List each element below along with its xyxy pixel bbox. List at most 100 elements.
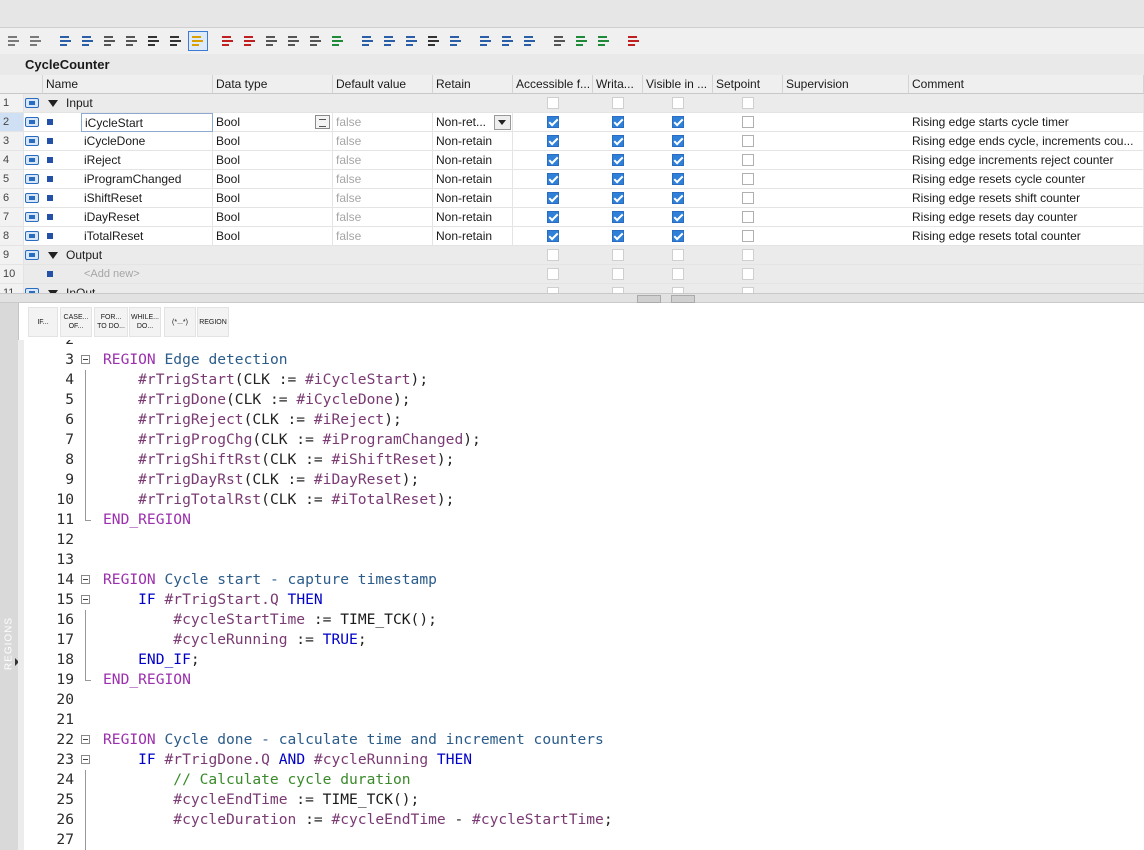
vis-checkbox[interactable]	[672, 230, 684, 242]
monitor-button[interactable]	[122, 31, 142, 51]
type-list-icon[interactable]	[315, 115, 330, 129]
code-text[interactable]: REGION Cycle start - capture timestamp	[103, 570, 437, 590]
code-line[interactable]: 21	[24, 710, 1144, 730]
regions-sidebar[interactable]: REGIONS	[0, 303, 19, 850]
code-line[interactable]: 6 #rTrigReject(CLK := #iReject);	[24, 410, 1144, 430]
code-text[interactable]: #cycleEndTime := TIME_TCK();	[103, 790, 419, 810]
network-button[interactable]	[284, 31, 304, 51]
fold-collapse-icon[interactable]	[81, 735, 90, 744]
code-text[interactable]: #rTrigDone(CLK := #iCycleDone);	[103, 390, 410, 410]
comment[interactable]: Rising edge ends cycle, increments cou..…	[909, 132, 1144, 151]
collapse-up-button[interactable]	[637, 295, 661, 303]
set-checkbox[interactable]	[742, 211, 754, 223]
vis-checkbox[interactable]	[672, 135, 684, 147]
variable-name[interactable]: iCycleStart	[81, 113, 213, 132]
variable-name[interactable]: iReject	[81, 151, 213, 170]
default-value[interactable]: false	[333, 227, 433, 246]
wri-checkbox[interactable]	[612, 97, 624, 109]
code-text[interactable]: REGION Cycle done - calculate time and i…	[103, 730, 604, 750]
code-text[interactable]: #rTrigDayRst(CLK := #iDayReset);	[103, 470, 419, 490]
acc-checkbox[interactable]	[547, 230, 559, 242]
indent-block-button[interactable]	[402, 31, 422, 51]
snippet-button[interactable]: WHILE... DO...	[129, 307, 161, 337]
variable-name[interactable]: iShiftReset	[81, 189, 213, 208]
fold-collapse-icon[interactable]	[81, 355, 90, 364]
default-value[interactable]: false	[333, 208, 433, 227]
code-line[interactable]: 27	[24, 830, 1144, 850]
code-line[interactable]: 18 END_IF;	[24, 650, 1144, 670]
code-text[interactable]: #rTrigReject(CLK := #iReject);	[103, 410, 402, 430]
retain-value[interactable]: Non-retain	[433, 151, 513, 170]
set-checkbox[interactable]	[742, 173, 754, 185]
code-text[interactable]: END_REGION	[103, 510, 191, 530]
default-value[interactable]: false	[333, 151, 433, 170]
variable-name[interactable]: iTotalReset	[81, 227, 213, 246]
code-line[interactable]: 13	[24, 550, 1144, 570]
data-type[interactable]: Bool	[213, 151, 333, 170]
code-text[interactable]: IF #rTrigStart.Q THEN	[103, 590, 323, 610]
code-line[interactable]: 10 #rTrigTotalRst(CLK := #iTotalReset);	[24, 490, 1144, 510]
table-row[interactable]: 10 <Add new>	[0, 265, 1144, 284]
row-number[interactable]: 1	[0, 94, 24, 113]
expand-triangle-icon[interactable]	[48, 252, 58, 259]
code-line[interactable]: 5 #rTrigDone(CLK := #iCycleDone);	[24, 390, 1144, 410]
code-line[interactable]: 3 REGION Edge detection	[24, 350, 1144, 370]
column-header[interactable]: Default value	[333, 75, 433, 94]
set-checkbox[interactable]	[742, 135, 754, 147]
monitor-off-button[interactable]	[594, 31, 614, 51]
data-type[interactable]: Bool	[213, 132, 333, 151]
code-line[interactable]: 22 REGION Cycle done - calculate time and…	[24, 730, 1144, 750]
code-text[interactable]: // Calculate cycle duration	[103, 770, 410, 790]
snippet-button[interactable]: FOR... TO DO...	[94, 307, 128, 337]
collapse-down-button[interactable]	[671, 295, 695, 303]
properties-button[interactable]	[100, 31, 120, 51]
vis-checkbox[interactable]	[672, 116, 684, 128]
acc-checkbox[interactable]	[547, 154, 559, 166]
code-line[interactable]: 25 #cycleEndTime := TIME_TCK();	[24, 790, 1144, 810]
acc-checkbox[interactable]	[547, 116, 559, 128]
data-type[interactable]: Bool	[213, 189, 333, 208]
fold-collapse-icon[interactable]	[81, 755, 90, 764]
column-header[interactable]: Writa...	[593, 75, 643, 94]
table-row[interactable]: 4 iReject Bool false Non-retain Rising edge i…	[0, 151, 1144, 170]
vis-checkbox[interactable]	[672, 268, 684, 280]
comment-button[interactable]	[306, 31, 326, 51]
retain-value[interactable]: Non-retain	[433, 208, 513, 227]
acc-checkbox[interactable]	[547, 268, 559, 280]
snippet-button[interactable]: IF...	[28, 307, 58, 337]
table-row[interactable]: 2 iCycleStart Bool false Non-ret... Rising ed…	[0, 113, 1144, 132]
find-button[interactable]	[550, 31, 570, 51]
comment[interactable]: Rising edge starts cycle timer	[909, 113, 1144, 132]
retain-value[interactable]: Non-retain	[433, 227, 513, 246]
acc-checkbox[interactable]	[547, 211, 559, 223]
row-number[interactable]: 5	[0, 170, 24, 189]
column-header[interactable]: Setpoint	[713, 75, 783, 94]
code-line[interactable]: 15 IF #rTrigStart.Q THEN	[24, 590, 1144, 610]
stack-button[interactable]	[144, 31, 164, 51]
column-header[interactable]: Supervision	[783, 75, 909, 94]
acc-checkbox[interactable]	[547, 135, 559, 147]
check-button[interactable]	[328, 31, 348, 51]
column-header[interactable]: Comment	[909, 75, 1144, 94]
default-value[interactable]: false	[333, 189, 433, 208]
variable-name[interactable]: iCycleDone	[81, 132, 213, 151]
column-header[interactable]: Name	[43, 75, 213, 94]
row-number[interactable]: 10	[0, 265, 24, 284]
snippet-button[interactable]: CASE... OF...	[60, 307, 92, 337]
vis-checkbox[interactable]	[672, 192, 684, 204]
data-type[interactable]: Bool	[213, 227, 333, 246]
table-row[interactable]: 8 iTotalReset Bool false Non-retain Rising ed…	[0, 227, 1144, 246]
vis-checkbox[interactable]	[672, 249, 684, 261]
snippet-button[interactable]: REGION	[197, 307, 229, 337]
column-header[interactable]: Accessible f...	[513, 75, 593, 94]
wri-checkbox[interactable]	[612, 135, 624, 147]
table-row[interactable]: 1 Input	[0, 94, 1144, 113]
set-checkbox[interactable]	[742, 97, 754, 109]
code-line[interactable]: 26 #cycleDuration := #cycleEndTime - #cy…	[24, 810, 1144, 830]
row-number[interactable]: 2	[0, 113, 24, 132]
set-checkbox[interactable]	[742, 192, 754, 204]
pane-splitter[interactable]	[0, 293, 1144, 303]
data-type[interactable]: Bool	[213, 170, 333, 189]
table-row[interactable]: 9 Output	[0, 246, 1144, 265]
jump-button[interactable]	[78, 31, 98, 51]
